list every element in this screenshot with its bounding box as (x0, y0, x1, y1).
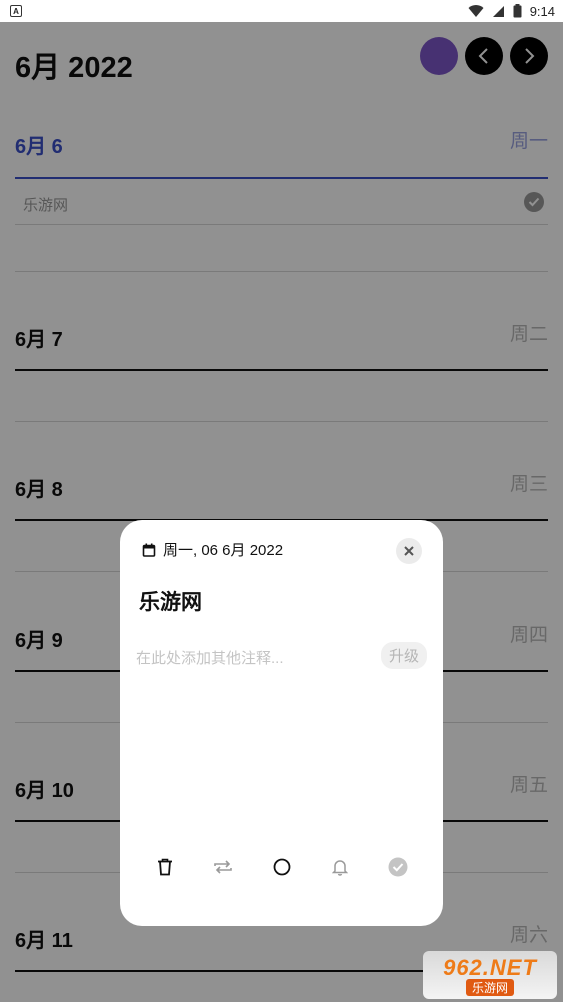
task-title-field[interactable]: 乐游网 (139, 586, 202, 616)
bell-icon (332, 860, 348, 876)
watermark-top: 962.NET (443, 954, 537, 980)
priority-button[interactable] (269, 854, 295, 880)
clock: 9:14 (529, 3, 555, 19)
task-toolbar (120, 854, 443, 880)
close-icon (404, 546, 414, 556)
watermark-bottom: 乐游网 (465, 978, 514, 996)
upgrade-badge[interactable]: 升级 (380, 642, 427, 669)
task-detail-dialog: 周一, 06 6月 2022 乐游网 在此处添加其他注释... 升级 (120, 520, 443, 926)
close-button[interactable] (396, 538, 422, 564)
battery-icon (513, 4, 522, 18)
repeat-button[interactable] (210, 854, 236, 880)
notes-field[interactable]: 在此处添加其他注释... (136, 647, 284, 668)
complete-button[interactable] (385, 854, 411, 880)
reminder-button[interactable] (327, 854, 353, 880)
calendar-icon (142, 543, 156, 557)
check-circle-icon (388, 857, 408, 877)
delete-button[interactable] (152, 854, 178, 880)
circle-icon (273, 858, 291, 876)
wifi-icon (468, 4, 484, 17)
task-date[interactable]: 周一, 06 6月 2022 (142, 539, 283, 560)
delete-icon (158, 858, 172, 876)
watermark-logo: 962.NET 乐游网 (423, 951, 557, 999)
task-date-text: 周一, 06 6月 2022 (163, 542, 284, 559)
repeat-icon (214, 860, 232, 874)
signal-icon (492, 5, 504, 17)
status-icons: 9:14 (468, 4, 555, 19)
app-notification-icon: A (10, 5, 22, 17)
status-bar: A 9:14 (0, 0, 563, 22)
